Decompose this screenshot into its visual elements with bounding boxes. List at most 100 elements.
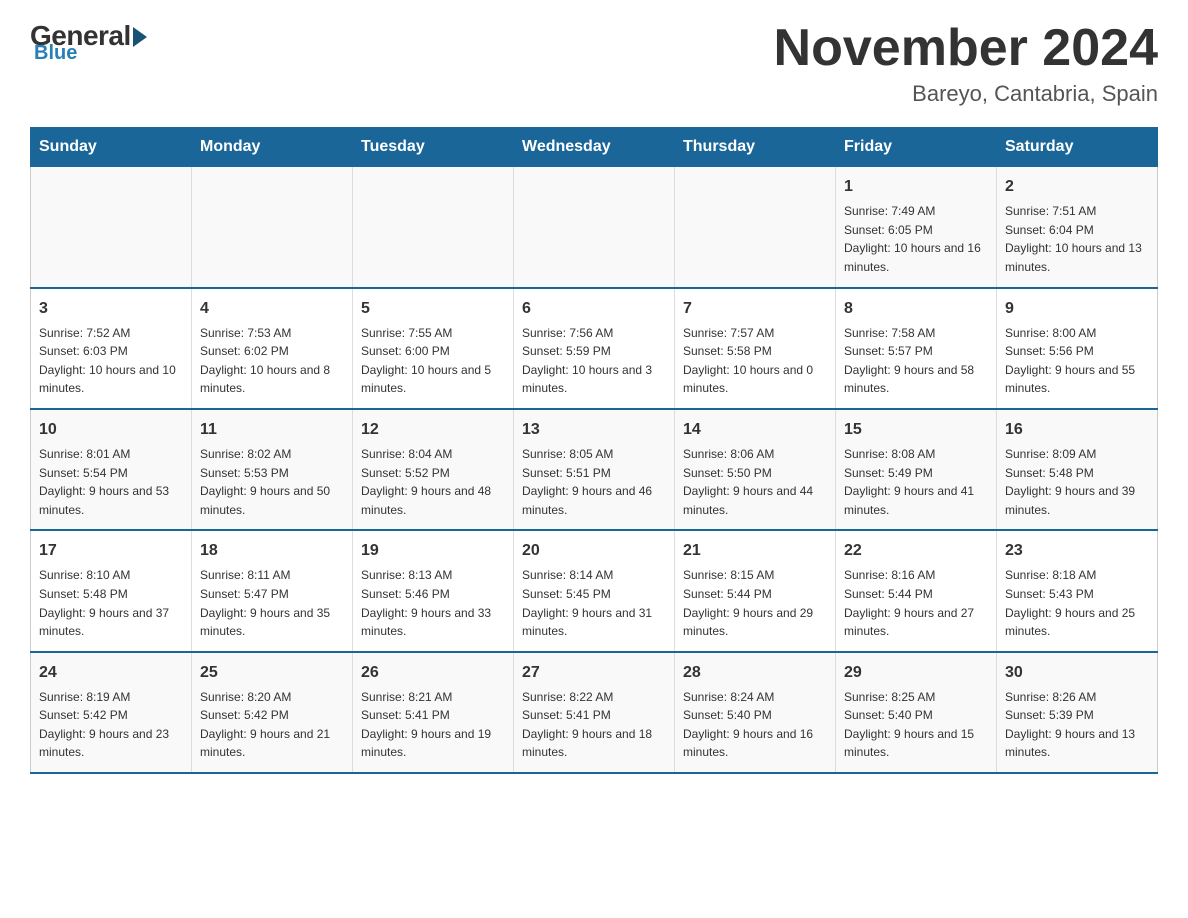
header-sunday: Sunday xyxy=(31,128,192,167)
day-number: 28 xyxy=(683,661,827,685)
day-info: Sunrise: 8:16 AMSunset: 5:44 PMDaylight:… xyxy=(844,566,988,640)
day-info: Sunrise: 8:22 AMSunset: 5:41 PMDaylight:… xyxy=(522,688,666,762)
day-info: Sunrise: 7:52 AMSunset: 6:03 PMDaylight:… xyxy=(39,324,183,398)
calendar-cell: 27 Sunrise: 8:22 AMSunset: 5:41 PMDayligh… xyxy=(514,652,675,773)
calendar-cell: 18 Sunrise: 8:11 AMSunset: 5:47 PMDayligh… xyxy=(192,530,353,651)
calendar-cell: 25 Sunrise: 8:20 AMSunset: 5:42 PMDayligh… xyxy=(192,652,353,773)
location-text: Bareyo, Cantabria, Spain xyxy=(774,81,1158,107)
day-number: 19 xyxy=(361,539,505,563)
header-friday: Friday xyxy=(836,128,997,167)
calendar-cell: 29 Sunrise: 8:25 AMSunset: 5:40 PMDayligh… xyxy=(836,652,997,773)
calendar-cell: 24 Sunrise: 8:19 AMSunset: 5:42 PMDayligh… xyxy=(31,652,192,773)
day-info: Sunrise: 8:09 AMSunset: 5:48 PMDaylight:… xyxy=(1005,445,1149,519)
day-info: Sunrise: 8:01 AMSunset: 5:54 PMDaylight:… xyxy=(39,445,183,519)
day-number: 25 xyxy=(200,661,344,685)
day-info: Sunrise: 7:58 AMSunset: 5:57 PMDaylight:… xyxy=(844,324,988,398)
day-info: Sunrise: 8:05 AMSunset: 5:51 PMDaylight:… xyxy=(522,445,666,519)
day-number: 24 xyxy=(39,661,183,685)
calendar-cell: 1 Sunrise: 7:49 AMSunset: 6:05 PMDaylight… xyxy=(836,167,997,288)
day-info: Sunrise: 8:21 AMSunset: 5:41 PMDaylight:… xyxy=(361,688,505,762)
day-info: Sunrise: 8:24 AMSunset: 5:40 PMDaylight:… xyxy=(683,688,827,762)
day-number: 23 xyxy=(1005,539,1149,563)
day-info: Sunrise: 7:55 AMSunset: 6:00 PMDaylight:… xyxy=(361,324,505,398)
calendar-cell: 7 Sunrise: 7:57 AMSunset: 5:58 PMDaylight… xyxy=(675,288,836,409)
day-info: Sunrise: 8:19 AMSunset: 5:42 PMDaylight:… xyxy=(39,688,183,762)
day-info: Sunrise: 8:10 AMSunset: 5:48 PMDaylight:… xyxy=(39,566,183,640)
day-number: 4 xyxy=(200,297,344,321)
day-info: Sunrise: 8:18 AMSunset: 5:43 PMDaylight:… xyxy=(1005,566,1149,640)
calendar-cell: 3 Sunrise: 7:52 AMSunset: 6:03 PMDaylight… xyxy=(31,288,192,409)
day-number: 29 xyxy=(844,661,988,685)
day-number: 8 xyxy=(844,297,988,321)
calendar-cell: 6Sunrise: 7:56 AMSunset: 5:59 PMDaylight… xyxy=(514,288,675,409)
calendar-cell xyxy=(514,167,675,288)
day-number: 17 xyxy=(39,539,183,563)
day-number: 18 xyxy=(200,539,344,563)
calendar-cell: 17 Sunrise: 8:10 AMSunset: 5:48 PMDayligh… xyxy=(31,530,192,651)
day-number: 30 xyxy=(1005,661,1149,685)
calendar-cell: 20Sunrise: 8:14 AMSunset: 5:45 PMDayligh… xyxy=(514,530,675,651)
calendar-cell: 8 Sunrise: 7:58 AMSunset: 5:57 PMDaylight… xyxy=(836,288,997,409)
header-monday: Monday xyxy=(192,128,353,167)
header-wednesday: Wednesday xyxy=(514,128,675,167)
day-number: 27 xyxy=(522,661,666,685)
calendar-cell xyxy=(31,167,192,288)
day-info: Sunrise: 8:08 AMSunset: 5:49 PMDaylight:… xyxy=(844,445,988,519)
day-number: 22 xyxy=(844,539,988,563)
day-number: 10 xyxy=(39,418,183,442)
calendar-week-row: 10 Sunrise: 8:01 AMSunset: 5:54 PMDayligh… xyxy=(31,409,1158,530)
calendar-cell: 10 Sunrise: 8:01 AMSunset: 5:54 PMDayligh… xyxy=(31,409,192,530)
day-number: 7 xyxy=(683,297,827,321)
day-number: 3 xyxy=(39,297,183,321)
logo: General Blue xyxy=(30,20,147,65)
calendar-week-row: 17 Sunrise: 8:10 AMSunset: 5:48 PMDayligh… xyxy=(31,530,1158,651)
title-area: November 2024 Bareyo, Cantabria, Spain xyxy=(774,20,1158,107)
day-info: Sunrise: 8:11 AMSunset: 5:47 PMDaylight:… xyxy=(200,566,344,640)
calendar-cell: 21 Sunrise: 8:15 AMSunset: 5:44 PMDayligh… xyxy=(675,530,836,651)
day-info: Sunrise: 8:26 AMSunset: 5:39 PMDaylight:… xyxy=(1005,688,1149,762)
calendar-cell: 14Sunrise: 8:06 AMSunset: 5:50 PMDayligh… xyxy=(675,409,836,530)
day-number: 5 xyxy=(361,297,505,321)
calendar-cell xyxy=(353,167,514,288)
calendar-cell: 15 Sunrise: 8:08 AMSunset: 5:49 PMDayligh… xyxy=(836,409,997,530)
calendar-cell: 22 Sunrise: 8:16 AMSunset: 5:44 PMDayligh… xyxy=(836,530,997,651)
day-number: 1 xyxy=(844,175,988,199)
day-number: 13 xyxy=(522,418,666,442)
calendar-week-row: 1 Sunrise: 7:49 AMSunset: 6:05 PMDaylight… xyxy=(31,167,1158,288)
weekday-header-row: Sunday Monday Tuesday Wednesday Thursday… xyxy=(31,128,1158,167)
day-number: 15 xyxy=(844,418,988,442)
day-number: 16 xyxy=(1005,418,1149,442)
logo-blue-text: Blue xyxy=(34,42,77,65)
calendar-week-row: 3 Sunrise: 7:52 AMSunset: 6:03 PMDaylight… xyxy=(31,288,1158,409)
calendar-cell: 26 Sunrise: 8:21 AMSunset: 5:41 PMDayligh… xyxy=(353,652,514,773)
calendar-week-row: 24 Sunrise: 8:19 AMSunset: 5:42 PMDayligh… xyxy=(31,652,1158,773)
calendar-table: Sunday Monday Tuesday Wednesday Thursday… xyxy=(30,127,1158,774)
calendar-cell xyxy=(192,167,353,288)
day-info: Sunrise: 8:20 AMSunset: 5:42 PMDaylight:… xyxy=(200,688,344,762)
day-info: Sunrise: 8:15 AMSunset: 5:44 PMDaylight:… xyxy=(683,566,827,640)
day-number: 21 xyxy=(683,539,827,563)
day-info: Sunrise: 7:49 AMSunset: 6:05 PMDaylight:… xyxy=(844,202,988,276)
day-number: 11 xyxy=(200,418,344,442)
day-number: 14 xyxy=(683,418,827,442)
day-info: Sunrise: 7:57 AMSunset: 5:58 PMDaylight:… xyxy=(683,324,827,398)
calendar-cell: 12 Sunrise: 8:04 AMSunset: 5:52 PMDayligh… xyxy=(353,409,514,530)
day-number: 20 xyxy=(522,539,666,563)
header-thursday: Thursday xyxy=(675,128,836,167)
calendar-cell: 30 Sunrise: 8:26 AMSunset: 5:39 PMDayligh… xyxy=(997,652,1158,773)
calendar-cell: 28 Sunrise: 8:24 AMSunset: 5:40 PMDayligh… xyxy=(675,652,836,773)
day-info: Sunrise: 8:13 AMSunset: 5:46 PMDaylight:… xyxy=(361,566,505,640)
calendar-cell: 13 Sunrise: 8:05 AMSunset: 5:51 PMDayligh… xyxy=(514,409,675,530)
logo-arrow-icon xyxy=(133,27,147,47)
calendar-body: 1 Sunrise: 7:49 AMSunset: 6:05 PMDaylight… xyxy=(31,167,1158,773)
day-info: Sunrise: 7:56 AMSunset: 5:59 PMDaylight:… xyxy=(522,324,666,398)
day-number: 12 xyxy=(361,418,505,442)
day-info: Sunrise: 8:00 AMSunset: 5:56 PMDaylight:… xyxy=(1005,324,1149,398)
day-info: Sunrise: 8:04 AMSunset: 5:52 PMDaylight:… xyxy=(361,445,505,519)
day-number: 26 xyxy=(361,661,505,685)
calendar-cell xyxy=(675,167,836,288)
day-number: 2 xyxy=(1005,175,1149,199)
day-info: Sunrise: 8:25 AMSunset: 5:40 PMDaylight:… xyxy=(844,688,988,762)
day-info: Sunrise: 7:53 AMSunset: 6:02 PMDaylight:… xyxy=(200,324,344,398)
header-tuesday: Tuesday xyxy=(353,128,514,167)
